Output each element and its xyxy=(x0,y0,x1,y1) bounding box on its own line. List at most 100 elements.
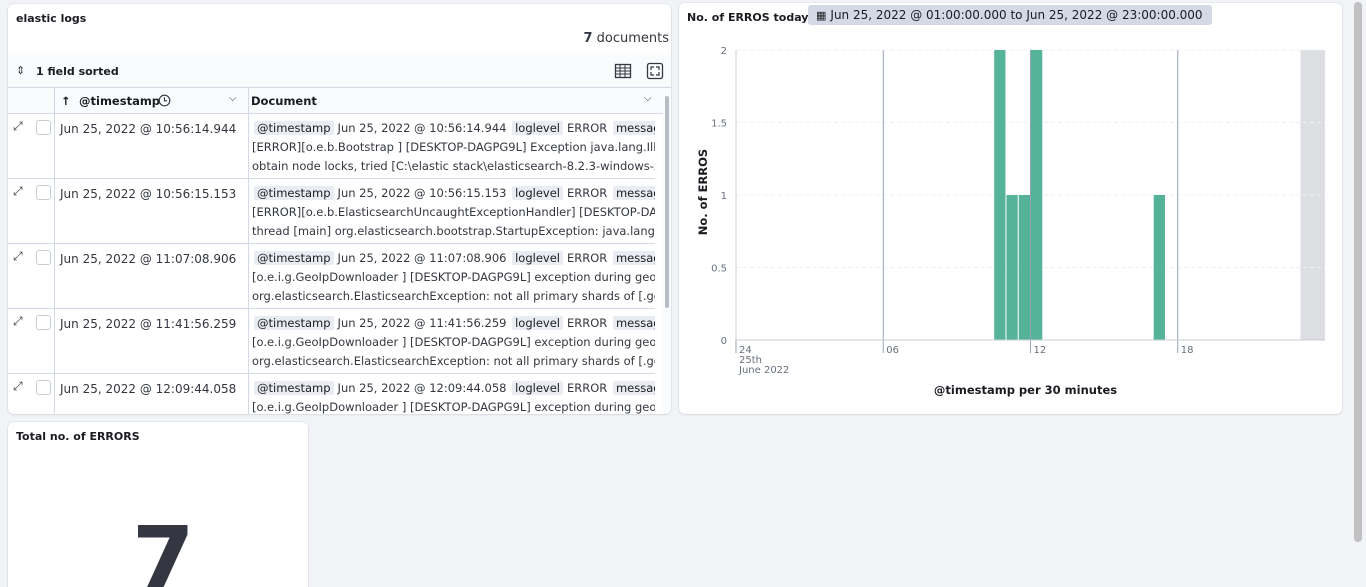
cell-timestamp: Jun 25, 2022 @ 10:56:15.153 xyxy=(60,187,237,201)
expand-icon[interactable]: ⤢ xyxy=(13,184,23,199)
panel-title: Total no. of ERRORS xyxy=(16,430,140,443)
cell-timestamp: Jun 25, 2022 @ 11:07:08.906 xyxy=(60,252,237,266)
field-key: loglevel xyxy=(512,316,563,330)
table-row: ⤢ Jun 25, 2022 @ 11:07:08.906 @timestamp… xyxy=(8,244,655,309)
field-key: loglevel xyxy=(512,251,563,265)
field-value: obtain node locks, tried [C:\elastic sta… xyxy=(252,159,655,173)
table-row: ⤢ Jun 25, 2022 @ 11:41:56.259 @timestamp… xyxy=(8,309,655,374)
header-timestamp[interactable]: ↑ @timestamp ⌵ xyxy=(55,88,249,114)
field-value: ERROR xyxy=(567,381,608,395)
field-key: message xyxy=(612,121,655,135)
logs-panel: elastic logs 7 documents ⇕ 1 field sorte… xyxy=(8,4,671,414)
cell-document: @timestamp Jun 25, 2022 @ 11:07:08.906 lo… xyxy=(250,249,655,306)
field-value: Jun 25, 2022 @ 11:41:56.259 xyxy=(337,316,507,330)
field-key: @timestamp xyxy=(254,251,334,265)
expand-icon[interactable]: ⤢ xyxy=(13,379,23,394)
header-control-column xyxy=(8,88,55,114)
y-tick-label: 1 xyxy=(721,191,727,202)
row-checkbox[interactable] xyxy=(36,120,51,135)
x-axis-title: @timestamp per 30 minutes xyxy=(934,383,1117,397)
field-key: @timestamp xyxy=(254,121,334,135)
cell-timestamp: Jun 25, 2022 @ 11:41:56.259 xyxy=(60,317,237,331)
chart-panel: No. of ERROS today ▦ Jun 25, 2022 @ 01:00… xyxy=(679,3,1342,414)
expand-icon[interactable]: ⤢ xyxy=(13,314,23,329)
grid-header: ↑ @timestamp ⌵ Document ⌵ xyxy=(8,88,663,114)
field-key: loglevel xyxy=(512,381,563,395)
field-value: Jun 25, 2022 @ 11:07:08.906 xyxy=(337,251,507,265)
field-value: ERROR xyxy=(567,251,608,265)
y-tick-label: 1.5 xyxy=(711,119,727,130)
x-tick-label: 06 xyxy=(886,345,899,356)
cell-document: @timestamp Jun 25, 2022 @ 10:56:15.153 lo… xyxy=(250,184,655,241)
field-key: @timestamp xyxy=(254,186,334,200)
cell-document: @timestamp Jun 25, 2022 @ 10:56:14.944 lo… xyxy=(250,119,655,176)
table-row: ⤢ Jun 25, 2022 @ 10:56:14.944 @timestamp… xyxy=(8,114,655,179)
field-value: org.elasticsearch.ElasticsearchException… xyxy=(252,289,655,303)
field-value: Jun 25, 2022 @ 12:09:44.058 xyxy=(337,381,507,395)
document-count-label: documents xyxy=(596,31,669,46)
field-value: Jun 25, 2022 @ 10:56:14.944 xyxy=(337,121,507,135)
row-checkbox[interactable] xyxy=(36,250,51,265)
x-tick-label: 12 xyxy=(1034,345,1047,356)
chevron-down-icon[interactable]: ⌵ xyxy=(644,93,652,104)
sort-status-button[interactable]: 1 field sorted xyxy=(36,65,119,78)
bar xyxy=(1153,195,1165,340)
header-document-label: Document xyxy=(251,94,317,108)
bar xyxy=(1006,195,1018,340)
sort-icon[interactable]: ⇕ xyxy=(16,64,25,77)
page-scrollbar-thumb[interactable] xyxy=(1354,2,1362,542)
row-density-icon[interactable] xyxy=(614,62,632,80)
bar xyxy=(994,50,1006,340)
grid-toolbar: ⇕ 1 field sorted xyxy=(8,55,671,88)
field-value: [o.e.i.g.GeoIpDownloader ] [DESKTOP-DAGP… xyxy=(252,270,655,284)
bar xyxy=(1031,50,1043,340)
field-key: message xyxy=(612,381,655,395)
field-value: ERROR xyxy=(567,121,608,135)
row-checkbox[interactable] xyxy=(36,380,51,395)
field-key: loglevel xyxy=(512,121,563,135)
field-key: @timestamp xyxy=(254,316,334,330)
y-axis-title: No. of ERROS xyxy=(696,149,710,235)
field-key: loglevel xyxy=(512,186,563,200)
document-count-number: 7 xyxy=(583,31,593,46)
field-value: org.elasticsearch.ElasticsearchException… xyxy=(252,354,655,368)
field-value: [o.e.i.g.GeoIpDownloader ] [DESKTOP-DAGP… xyxy=(252,335,655,349)
sort-ascending-icon[interactable]: ↑ xyxy=(61,94,71,108)
errors-bar-chart: 00.511.522425thJune 202206 12 18@timestamp… xyxy=(696,46,1325,397)
total-panel: Total no. of ERRORS 7 xyxy=(8,422,308,587)
grid-scrollbar-thumb[interactable] xyxy=(665,96,669,308)
table-row: ⤢ Jun 25, 2022 @ 12:09:44.058 @timestamp… xyxy=(8,374,655,414)
field-key: message xyxy=(612,186,655,200)
field-key: message xyxy=(612,251,655,265)
field-key: message xyxy=(612,316,655,330)
document-count: 7 documents xyxy=(583,31,669,46)
clock-icon xyxy=(158,94,171,107)
header-document[interactable]: Document ⌵ xyxy=(249,88,663,114)
chevron-down-icon[interactable]: ⌵ xyxy=(229,93,237,104)
x-tick-sublabel: June 2022 xyxy=(738,365,789,376)
bar xyxy=(1018,195,1030,340)
field-value: thread [main] org.elasticsearch.bootstra… xyxy=(252,224,655,238)
page-scrollbar[interactable] xyxy=(1350,0,1366,587)
table-row: ⤢ Jun 25, 2022 @ 10:56:15.153 @timestamp… xyxy=(8,179,655,244)
grid-scrollbar[interactable] xyxy=(663,88,671,414)
field-value: [o.e.i.g.GeoIpDownloader ] [DESKTOP-DAGP… xyxy=(252,400,655,414)
row-checkbox[interactable] xyxy=(36,185,51,200)
field-value: ERROR xyxy=(567,316,608,330)
grid-body: ⤢ Jun 25, 2022 @ 10:56:14.944 @timestamp… xyxy=(8,114,655,414)
field-key: @timestamp xyxy=(254,381,334,395)
field-value: [ERROR][o.e.b.ElasticsearchUncaughtExcep… xyxy=(252,205,655,219)
y-tick-label: 0 xyxy=(721,336,727,347)
row-checkbox[interactable] xyxy=(36,315,51,330)
expand-icon[interactable]: ⤢ xyxy=(13,249,23,264)
fullscreen-icon[interactable] xyxy=(646,62,664,80)
header-timestamp-label: @timestamp xyxy=(79,94,161,108)
cell-document: @timestamp Jun 25, 2022 @ 12:09:44.058 lo… xyxy=(250,379,655,414)
field-value: ERROR xyxy=(567,186,608,200)
y-tick-label: 0.5 xyxy=(711,264,727,275)
field-value: [ERROR][o.e.b.Bootstrap ] [DESKTOP-DAGPG… xyxy=(252,140,655,154)
expand-icon[interactable]: ⤢ xyxy=(13,119,23,134)
y-tick-label: 2 xyxy=(721,46,727,57)
cell-timestamp: Jun 25, 2022 @ 12:09:44.058 xyxy=(60,382,237,396)
field-value: Jun 25, 2022 @ 10:56:15.153 xyxy=(337,186,507,200)
